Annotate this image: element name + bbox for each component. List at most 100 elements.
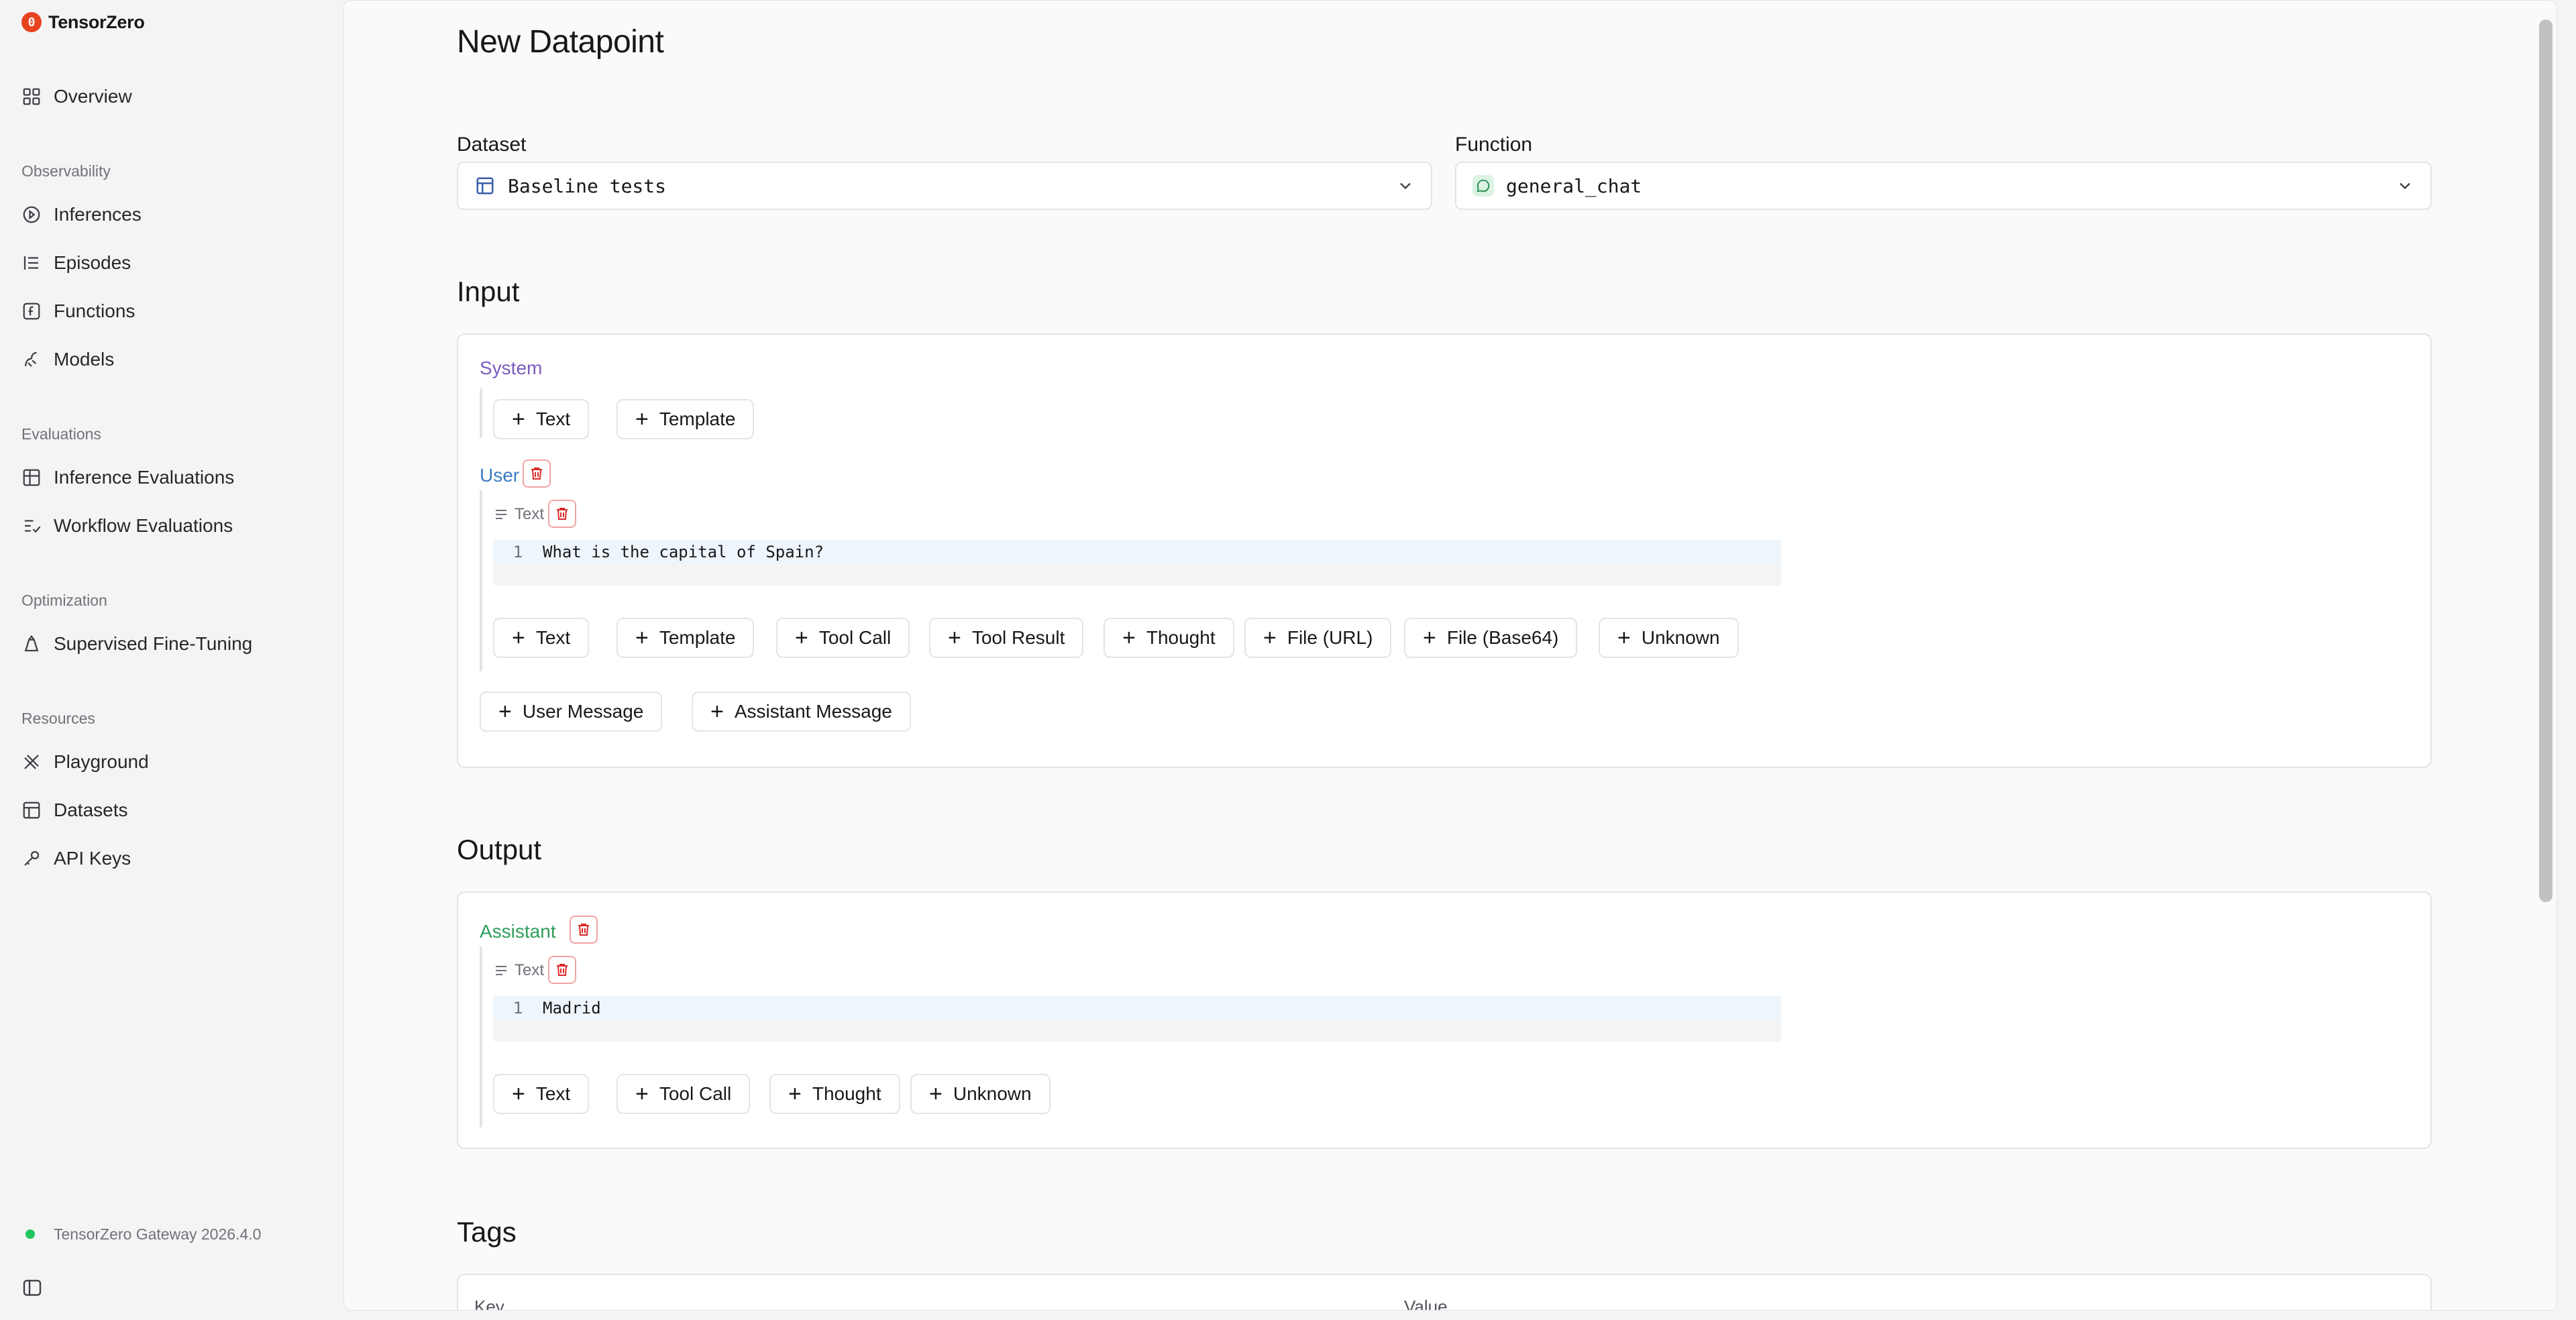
output-card: Assistant Text 1 Madrid + Text + Tool Call… xyxy=(457,891,2432,1149)
add-unknown-button[interactable]: + Unknown xyxy=(1599,618,1739,658)
sidebar-item-overview[interactable]: Overview xyxy=(21,80,132,113)
dataset-table-icon xyxy=(474,175,496,197)
system-role-label: System xyxy=(480,358,543,378)
add-user-template-button[interactable]: + Template xyxy=(616,618,755,658)
code-line: 1 What is the capital of Spain? xyxy=(493,540,1781,564)
tags-key-header: Key xyxy=(474,1297,504,1311)
list-icon xyxy=(21,253,42,273)
add-tool-result-button[interactable]: + Tool Result xyxy=(929,618,1084,658)
add-output-thought-button[interactable]: + Thought xyxy=(769,1074,900,1114)
flask-icon xyxy=(21,634,42,654)
sidebar-item-models[interactable]: Models xyxy=(21,343,114,376)
tensorzero-logo-icon: 0 xyxy=(21,12,42,32)
sidebar-item-inferences[interactable]: Inferences xyxy=(21,199,142,231)
sidebar-item-datasets[interactable]: Datasets xyxy=(21,794,128,826)
add-tool-call-button[interactable]: + Tool Call xyxy=(776,618,910,658)
sidebar-toggle-icon[interactable] xyxy=(21,1277,43,1299)
sidebar-item-supervised-fine-tuning[interactable]: Supervised Fine-Tuning xyxy=(21,628,252,660)
sidebar-item-label: Inferences xyxy=(54,204,142,225)
text-align-icon xyxy=(496,510,506,519)
add-system-text-button[interactable]: + Text xyxy=(493,399,590,439)
inference-icon xyxy=(21,205,42,225)
scrollbar[interactable] xyxy=(2539,19,2553,902)
add-output-tool-call-button[interactable]: + Tool Call xyxy=(616,1074,751,1114)
sidebar-item-playground[interactable]: Playground xyxy=(21,746,149,778)
tags-table: Key Value xyxy=(457,1274,2432,1311)
add-file-url-button[interactable]: + File (URL) xyxy=(1244,618,1392,658)
delete-user-message-button[interactable] xyxy=(523,459,551,488)
sidebar-item-label: Episodes xyxy=(54,252,131,273)
add-file-base64-button[interactable]: + File (Base64) xyxy=(1404,618,1578,658)
nav-group-resources: Resources xyxy=(21,710,95,727)
playground-icon xyxy=(21,752,42,772)
assistant-block-line xyxy=(480,946,482,1128)
tags-section-title: Tags xyxy=(457,1216,517,1248)
dataset-value: Baseline tests xyxy=(508,174,667,197)
user-text-tag: Text xyxy=(493,505,544,524)
add-output-unknown-button[interactable]: + Unknown xyxy=(910,1074,1051,1114)
chevron-down-icon xyxy=(1400,182,1411,190)
sidebar: 0 TensorZero Overview Observability Infe… xyxy=(0,0,343,1320)
delete-assistant-message-button[interactable] xyxy=(570,916,598,944)
assistant-text-editor[interactable]: 1 Madrid xyxy=(493,996,1781,1042)
sidebar-item-label: Models xyxy=(54,349,115,370)
main-panel: New Datapoint Dataset Baseline tests Fun… xyxy=(343,0,2557,1311)
function-value: general_chat xyxy=(1506,174,1642,197)
sidebar-item-episodes[interactable]: Episodes xyxy=(21,247,131,279)
system-block-line xyxy=(480,388,482,438)
sidebar-item-label: Workflow Evaluations xyxy=(54,515,233,536)
assistant-text-content: Madrid xyxy=(543,999,601,1018)
sidebar-item-label: API Keys xyxy=(54,848,131,869)
assistant-role-label: Assistant xyxy=(480,921,556,942)
text-align-icon xyxy=(496,966,506,975)
output-section-title: Output xyxy=(457,834,542,865)
line-number: 1 xyxy=(513,999,523,1018)
line-number: 1 xyxy=(513,543,523,561)
dataset-label: Dataset xyxy=(457,133,527,156)
brand[interactable]: 0 TensorZero xyxy=(21,9,145,35)
checklist-icon xyxy=(21,516,42,536)
chevron-down-icon xyxy=(2400,182,2410,190)
model-icon xyxy=(21,349,42,370)
gateway-status: TensorZero Gateway 2026.4.0 xyxy=(25,1223,261,1245)
sidebar-item-label: Functions xyxy=(54,300,136,321)
tags-value-header: Value xyxy=(1404,1297,1448,1311)
sidebar-item-workflow-evaluations[interactable]: Workflow Evaluations xyxy=(21,510,233,542)
add-user-text-button[interactable]: + Text xyxy=(493,618,590,658)
input-card: System + Text + Template User Text 1 What … xyxy=(457,333,2432,768)
function-select[interactable]: general_chat xyxy=(1455,162,2432,210)
function-label: Function xyxy=(1455,133,1533,156)
add-thought-button[interactable]: + Thought xyxy=(1104,618,1234,658)
brand-name: TensorZero xyxy=(48,11,145,32)
add-assistant-message-button[interactable]: + Assistant Message xyxy=(692,692,911,732)
add-user-message-button[interactable]: + User Message xyxy=(480,692,663,732)
sidebar-item-inference-evaluations[interactable]: Inference Evaluations xyxy=(21,461,234,494)
add-output-text-button[interactable]: + Text xyxy=(493,1074,590,1114)
dataset-select[interactable]: Baseline tests xyxy=(457,162,1432,210)
nav-group-observability: Observability xyxy=(21,162,111,180)
trash-icon xyxy=(557,964,568,976)
input-section-title: Input xyxy=(457,276,520,307)
sidebar-item-label: Inference Evaluations xyxy=(54,467,235,488)
user-role-label: User xyxy=(480,465,520,486)
sidebar-item-label: Overview xyxy=(54,86,132,107)
grid-icon xyxy=(21,87,42,107)
assistant-text-tag: Text xyxy=(493,961,544,980)
add-system-template-button[interactable]: + Template xyxy=(616,399,755,439)
sidebar-item-api-keys[interactable]: API Keys xyxy=(21,842,131,875)
function-icon xyxy=(21,301,42,321)
delete-user-text-button[interactable] xyxy=(548,500,576,528)
delete-assistant-text-button[interactable] xyxy=(548,956,576,984)
trash-icon xyxy=(531,468,542,480)
gateway-version: TensorZero Gateway 2026.4.0 xyxy=(54,1225,262,1243)
nav-group-optimization: Optimization xyxy=(21,592,107,609)
user-text-editor[interactable]: 1 What is the capital of Spain? xyxy=(493,540,1781,586)
trash-icon xyxy=(578,924,589,936)
status-dot-icon xyxy=(25,1229,35,1239)
trash-icon xyxy=(557,508,568,520)
chat-bubble-icon xyxy=(1472,175,1494,197)
user-text-content: What is the capital of Spain? xyxy=(543,543,824,561)
sidebar-item-label: Datasets xyxy=(54,800,128,820)
user-block-line xyxy=(480,490,482,671)
sidebar-item-functions[interactable]: Functions xyxy=(21,295,135,327)
